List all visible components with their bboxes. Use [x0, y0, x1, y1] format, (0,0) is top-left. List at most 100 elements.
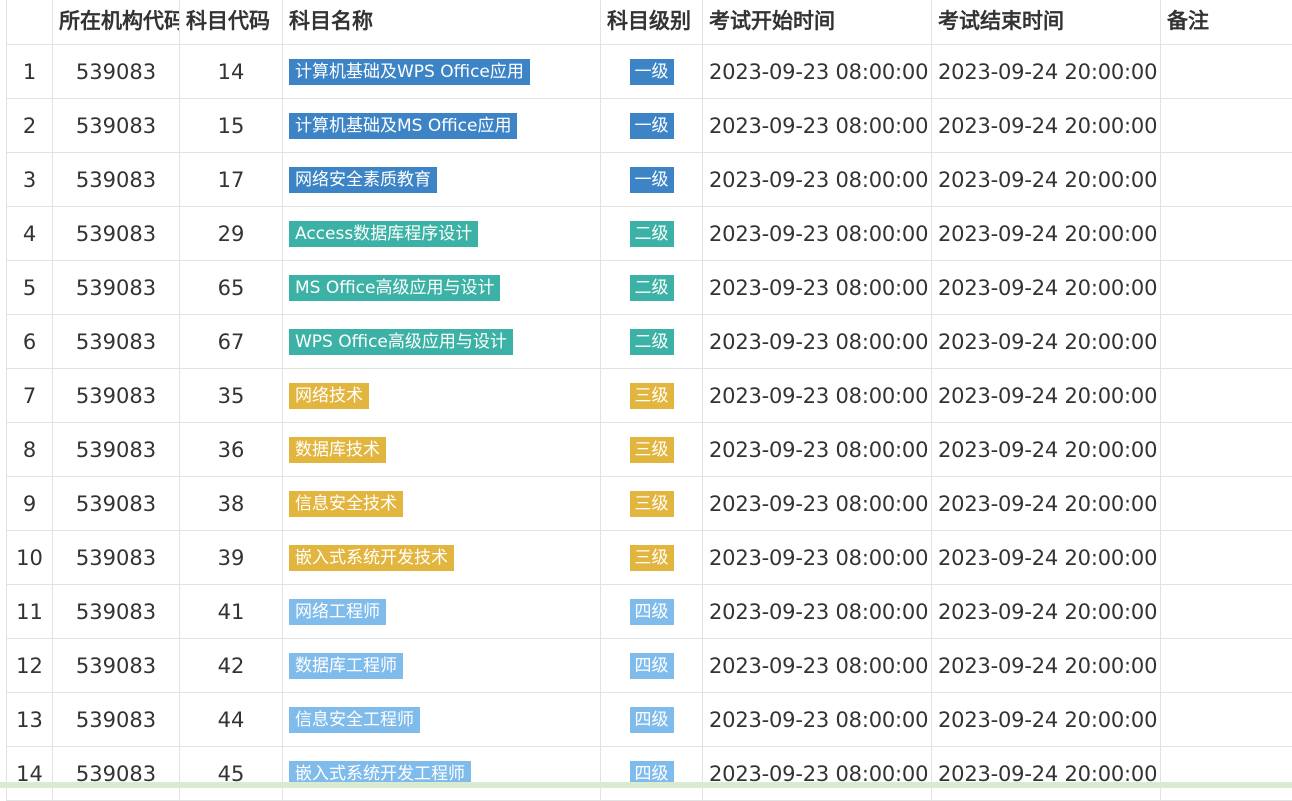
org-code-cell: 539083	[53, 639, 180, 693]
subject-code-cell: 35	[180, 369, 283, 423]
level-badge: 一级	[630, 59, 674, 85]
row-index: 9	[7, 477, 53, 531]
subject-code-cell: 65	[180, 261, 283, 315]
table-row[interactable]: 1053908339嵌入式系统开发技术三级2023-09-23 08:00:00…	[7, 531, 1292, 585]
table-row[interactable]: 953908338信息安全技术 三级 2023-09-23 08:00:002023…	[7, 477, 1292, 531]
level-badge: 四级	[630, 599, 674, 625]
exam-end-cell: 2023-09-24 20:00:00	[932, 207, 1161, 261]
subject-name-tag: 信息安全工程师	[289, 707, 420, 733]
exam-end-cell: 2023-09-24 20:00:00	[932, 423, 1161, 477]
table-header-row: 所在机构代码 科目代码 科目名称 科目级别 考试开始时间 考试结束时间 备注	[7, 0, 1292, 45]
subject-code-cell: 38	[180, 477, 283, 531]
subject-name-cell: 嵌入式系统开发工程师	[283, 747, 601, 801]
header-subject-level[interactable]: 科目级别	[601, 0, 703, 45]
exam-start-cell: 2023-09-23 08:00:00	[703, 99, 932, 153]
exam-end-cell: 2023-09-24 20:00:00	[932, 477, 1161, 531]
subject-level-cell: 四级	[601, 585, 703, 639]
subject-name-tag: WPS Office高级应用与设计	[289, 329, 513, 355]
row-index: 3	[7, 153, 53, 207]
org-code-cell: 539083	[53, 207, 180, 261]
row-index: 6	[7, 315, 53, 369]
row-index: 10	[7, 531, 53, 585]
exam-start-cell: 2023-09-23 08:00:00	[703, 693, 932, 747]
table-row[interactable]: 153908314计算机基础及WPS Office应用一级2023-09-23 …	[7, 45, 1292, 99]
table-row[interactable]: 753908335网络技术三级2023-09-23 08:00:002023-0…	[7, 369, 1292, 423]
subject-name-tag: 嵌入式系统开发技术	[289, 545, 454, 571]
level-badge: 一级	[630, 167, 674, 193]
header-exam-start[interactable]: 考试开始时间	[703, 0, 932, 45]
level-badge: 三级	[630, 491, 674, 517]
subject-level-cell: 三级	[601, 423, 703, 477]
exam-end-cell: 2023-09-24 20:00:00	[932, 585, 1161, 639]
subject-name-cell: 信息安全技术	[283, 477, 601, 531]
remarks-cell	[1161, 369, 1292, 423]
table-row[interactable]: 453908329Access数据库程序设计二级2023-09-23 08:00…	[7, 207, 1292, 261]
org-code-cell: 539083	[53, 747, 180, 801]
exam-end-cell: 2023-09-24 20:00:00	[932, 369, 1161, 423]
table-row[interactable]: 1153908341网络工程师四级2023-09-23 08:00:002023…	[7, 585, 1292, 639]
exam-end-cell: 2023-09-24 20:00:00	[932, 531, 1161, 585]
subject-code-cell: 42	[180, 639, 283, 693]
subject-level-cell: 一级	[601, 45, 703, 99]
row-index: 4	[7, 207, 53, 261]
table-row[interactable]: 1353908344信息安全工程师四级2023-09-23 08:00:0020…	[7, 693, 1292, 747]
subject-code-cell: 44	[180, 693, 283, 747]
exam-end-cell: 2023-09-24 20:00:00	[932, 99, 1161, 153]
row-index: 5	[7, 261, 53, 315]
table-row[interactable]: 253908315计算机基础及MS Office应用一级2023-09-23 0…	[7, 99, 1292, 153]
table-row[interactable]: 853908336数据库技术三级2023-09-23 08:00:002023-…	[7, 423, 1292, 477]
remarks-cell	[1161, 531, 1292, 585]
subject-name-tag: 数据库技术	[289, 437, 386, 463]
org-code-cell: 539083	[53, 45, 180, 99]
remarks-cell	[1161, 153, 1292, 207]
table-row[interactable]: 1253908342数据库工程师四级2023-09-23 08:00:00202…	[7, 639, 1292, 693]
org-code-cell: 539083	[53, 423, 180, 477]
org-code-cell: 539083	[53, 693, 180, 747]
subject-name-cell: WPS Office高级应用与设计	[283, 315, 601, 369]
remarks-cell	[1161, 639, 1292, 693]
header-exam-end[interactable]: 考试结束时间	[932, 0, 1161, 45]
subject-name-cell: 信息安全工程师	[283, 693, 601, 747]
table-row[interactable]: 653908367WPS Office高级应用与设计二级2023-09-23 0…	[7, 315, 1292, 369]
level-badge: 四级	[630, 653, 674, 679]
remarks-cell	[1161, 315, 1292, 369]
subject-level-cell: 二级	[601, 315, 703, 369]
table-row[interactable]: 553908365MS Office高级应用与设计二级2023-09-23 08…	[7, 261, 1292, 315]
header-org-code[interactable]: 所在机构代码	[53, 0, 180, 45]
subject-name-tag: 数据库工程师	[289, 653, 403, 679]
exam-start-cell: 2023-09-23 08:00:00	[703, 585, 932, 639]
table-row[interactable]: 353908317网络安全素质教育一级2023-09-23 08:00:0020…	[7, 153, 1292, 207]
subject-level-cell: 三级	[601, 531, 703, 585]
remarks-cell	[1161, 423, 1292, 477]
level-badge: 三级	[630, 545, 674, 571]
subject-level-cell: 二级	[601, 207, 703, 261]
subject-level-cell: 四级	[601, 747, 703, 801]
subject-level-cell: 一级	[601, 99, 703, 153]
subject-name-tag: 计算机基础及MS Office应用	[289, 113, 517, 139]
remarks-cell	[1161, 207, 1292, 261]
level-badge: 三级	[630, 437, 674, 463]
subject-level-cell: 二级	[601, 261, 703, 315]
subject-name-tag: 信息安全技术	[289, 491, 403, 517]
subject-code-cell: 67	[180, 315, 283, 369]
subject-name-tag: 网络工程师	[289, 599, 386, 625]
subject-name-tag: 网络安全素质教育	[289, 167, 437, 193]
subject-name-cell: 数据库技术	[283, 423, 601, 477]
bottom-scroll-bar[interactable]	[0, 782, 1292, 788]
table-row[interactable]: 1453908345嵌入式系统开发工程师四级2023-09-23 08:00:0…	[7, 747, 1292, 801]
subject-level-cell: 三级	[601, 477, 703, 531]
header-subject-code[interactable]: 科目代码	[180, 0, 283, 45]
exam-schedule-table: 所在机构代码 科目代码 科目名称 科目级别 考试开始时间 考试结束时间 备注 1…	[6, 0, 1292, 801]
subject-name-cell: 数据库工程师	[283, 639, 601, 693]
subject-name-cell: 网络安全素质教育	[283, 153, 601, 207]
subject-level-cell: 四级	[601, 639, 703, 693]
header-remarks[interactable]: 备注	[1161, 0, 1292, 45]
subject-name-tag: MS Office高级应用与设计	[289, 275, 500, 301]
level-badge: 二级	[630, 329, 674, 355]
row-index: 1	[7, 45, 53, 99]
org-code-cell: 539083	[53, 585, 180, 639]
org-code-cell: 539083	[53, 477, 180, 531]
header-subject-name[interactable]: 科目名称	[283, 0, 601, 45]
exam-start-cell: 2023-09-23 08:00:00	[703, 477, 932, 531]
subject-level-cell: 四级	[601, 693, 703, 747]
